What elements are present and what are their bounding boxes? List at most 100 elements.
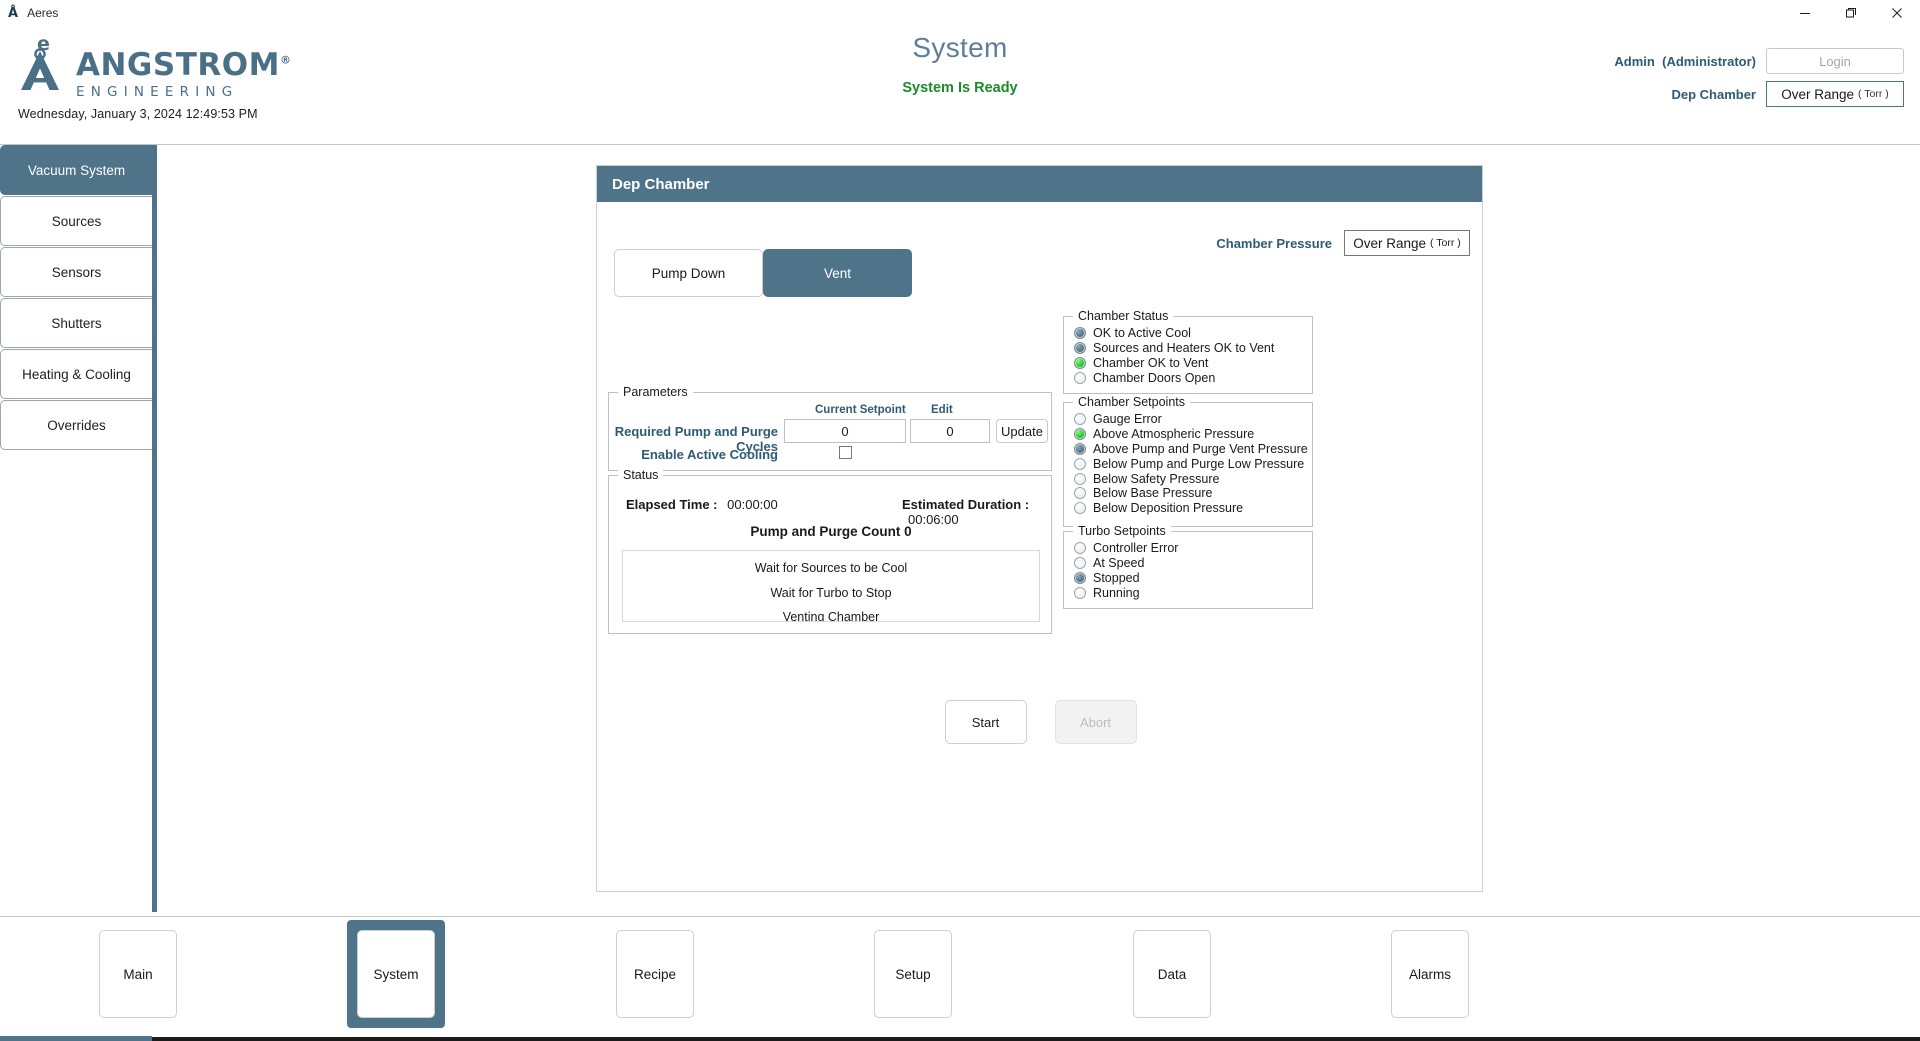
- dep-chamber-value: Over Range: [1781, 87, 1854, 102]
- chamber-pressure-readout[interactable]: Over Range ( Torr ): [1344, 230, 1470, 256]
- list-item[interactable]: Above Pump and Purge Vent Pressure: [1074, 442, 1312, 457]
- list-item[interactable]: Below Safety Pressure: [1074, 471, 1312, 486]
- turbo-setpoints-group: Turbo Setpoints Controller Error At Spee…: [1063, 531, 1313, 609]
- chamber-status-items: OK to Active Cool Sources and Heaters OK…: [1064, 317, 1312, 385]
- minimize-icon[interactable]: [1782, 0, 1828, 26]
- status-led-icon: [1074, 587, 1086, 599]
- status-led-icon: [1074, 502, 1086, 514]
- application-window: Å Aeres: [0, 0, 1920, 1041]
- window-controls: [1782, 0, 1920, 26]
- enable-active-cooling-checkbox[interactable]: [839, 446, 852, 459]
- bottom-divider: [0, 916, 1920, 917]
- status-led-icon: [1074, 458, 1086, 470]
- status-led-icon: [1074, 327, 1086, 339]
- list-item-label: Above Pump and Purge Vent Pressure: [1093, 442, 1308, 456]
- list-item[interactable]: Chamber Doors Open: [1074, 370, 1312, 385]
- required-pump-purge-cycles-current-value: 0: [784, 419, 906, 443]
- page-header: e ANGSTROM® ENGINEERING Wednesday, Janua…: [0, 26, 1920, 116]
- list-item[interactable]: Gauge Error: [1074, 412, 1312, 427]
- status-led-icon: [1074, 413, 1086, 425]
- status-led-icon: [1074, 342, 1086, 354]
- chamber-setpoints-items: Gauge Error Above Atmospheric Pressure A…: [1064, 403, 1312, 516]
- vent-button[interactable]: Vent: [763, 249, 912, 297]
- start-button[interactable]: Start: [945, 700, 1027, 744]
- list-item[interactable]: Running: [1074, 585, 1312, 600]
- abort-button: Abort: [1055, 700, 1137, 744]
- panel-title: Dep Chamber: [597, 166, 1482, 202]
- panel-body: Pump Down Vent Chamber Pressure Over Ran…: [597, 202, 1482, 892]
- sidebar-item-sensors[interactable]: Sensors: [0, 247, 152, 297]
- list-item-label: Gauge Error: [1093, 412, 1162, 426]
- elapsed-time-value: 00:00:00: [727, 497, 778, 512]
- list-item[interactable]: Stopped: [1074, 571, 1312, 586]
- list-item[interactable]: Below Pump and Purge Low Pressure: [1074, 456, 1312, 471]
- turbo-setpoints-legend: Turbo Setpoints: [1073, 524, 1171, 538]
- list-item[interactable]: Sources and Heaters OK to Vent: [1074, 341, 1312, 356]
- chamber-status-legend: Chamber Status: [1073, 309, 1173, 323]
- sidebar-item-heating-cooling[interactable]: Heating & Cooling: [0, 349, 152, 399]
- sidebar-item-sources[interactable]: Sources: [0, 196, 152, 246]
- elapsed-time-label: Elapsed Time :: [626, 497, 718, 512]
- estimated-duration-row: Estimated Duration : 00:06:00: [902, 497, 1051, 527]
- required-pump-purge-cycles-edit-input[interactable]: 0: [910, 419, 990, 443]
- panel-actions: Start Abort: [597, 700, 1484, 744]
- list-item[interactable]: Above Atmospheric Pressure: [1074, 427, 1312, 442]
- tab-data[interactable]: Data: [1133, 930, 1211, 1018]
- status-led-icon: [1074, 487, 1086, 499]
- list-item-label: Below Safety Pressure: [1093, 472, 1219, 486]
- title-bar-left: Å Aeres: [0, 6, 58, 20]
- list-item[interactable]: Below Base Pressure: [1074, 486, 1312, 501]
- list-item[interactable]: Controller Error: [1074, 541, 1312, 556]
- maximize-icon[interactable]: [1828, 0, 1874, 26]
- list-item: Wait for Sources to be Cool: [755, 556, 907, 581]
- sidebar-item-overrides[interactable]: Overrides: [0, 400, 152, 450]
- update-button[interactable]: Update: [996, 419, 1048, 443]
- list-item[interactable]: At Speed: [1074, 556, 1312, 571]
- system-datetime: Wednesday, January 3, 2024 12:49:53 PM: [18, 107, 291, 121]
- tab-system[interactable]: System: [357, 930, 435, 1018]
- dep-chamber-row: Dep Chamber Over Range ( Torr ): [1614, 81, 1904, 107]
- list-item[interactable]: Below Deposition Pressure: [1074, 501, 1312, 516]
- bottom-tab-bar: Main System Recipe Setup Data Alarms: [0, 930, 1920, 1030]
- tab-alarms[interactable]: Alarms: [1391, 930, 1469, 1018]
- list-item-label: Chamber OK to Vent: [1093, 356, 1208, 370]
- enable-active-cooling-label: Enable Active Cooling: [611, 447, 778, 462]
- status-led-icon: [1074, 572, 1086, 584]
- login-button[interactable]: Login: [1766, 48, 1904, 74]
- list-item[interactable]: Chamber OK to Vent: [1074, 356, 1312, 371]
- sidebar-item-label: Vacuum System: [28, 163, 125, 178]
- list-item-label: Below Pump and Purge Low Pressure: [1093, 457, 1304, 471]
- sidebar-item-vacuum-system[interactable]: Vacuum System: [0, 145, 152, 195]
- pump-down-button[interactable]: Pump Down: [614, 249, 763, 297]
- parameters-legend: Parameters: [618, 385, 693, 399]
- turbo-setpoints-items: Controller Error At Speed Stopped Runnin…: [1064, 532, 1312, 600]
- dep-chamber-unit: ( Torr ): [1858, 88, 1889, 100]
- column-header-current-setpoint: Current Setpoint: [815, 404, 906, 416]
- status-led-icon: [1074, 443, 1086, 455]
- header-right-block: Admin (Administrator) Login Dep Chamber …: [1614, 48, 1904, 114]
- list-item[interactable]: OK to Active Cool: [1074, 326, 1312, 341]
- dep-chamber-readout[interactable]: Over Range ( Torr ): [1766, 81, 1904, 107]
- close-icon[interactable]: [1874, 0, 1920, 26]
- bottom-edge: [0, 1037, 1920, 1041]
- status-steps-list[interactable]: Wait for Sources to be Cool Wait for Tur…: [622, 550, 1040, 622]
- tab-recipe[interactable]: Recipe: [616, 930, 694, 1018]
- tab-setup[interactable]: Setup: [874, 930, 952, 1018]
- chamber-setpoints-group: Chamber Setpoints Gauge Error Above Atmo…: [1063, 402, 1313, 527]
- parameters-group: Parameters Current Setpoint Edit Require…: [608, 392, 1052, 471]
- header-divider: [0, 144, 1920, 145]
- list-item-label: OK to Active Cool: [1093, 326, 1191, 340]
- dep-chamber-panel: Dep Chamber Pump Down Vent Chamber Press…: [596, 165, 1483, 892]
- status-led-icon: [1074, 357, 1086, 369]
- status-led-icon: [1074, 542, 1086, 554]
- tab-system-selected-frame: System: [347, 920, 445, 1028]
- chamber-setpoints-legend: Chamber Setpoints: [1073, 395, 1190, 409]
- sidebar-item-label: Overrides: [47, 418, 106, 433]
- tab-main[interactable]: Main: [99, 930, 177, 1018]
- pump-purge-count: Pump and Purge Count 0: [609, 524, 1053, 539]
- chamber-pressure-row: Chamber Pressure Over Range ( Torr ): [1216, 230, 1470, 256]
- angstrom-glyph-icon: Å: [8, 7, 18, 20]
- chamber-pressure-unit: ( Torr ): [1430, 237, 1461, 249]
- sidebar-item-shutters[interactable]: Shutters: [0, 298, 152, 348]
- sidebar-spine: [152, 145, 157, 912]
